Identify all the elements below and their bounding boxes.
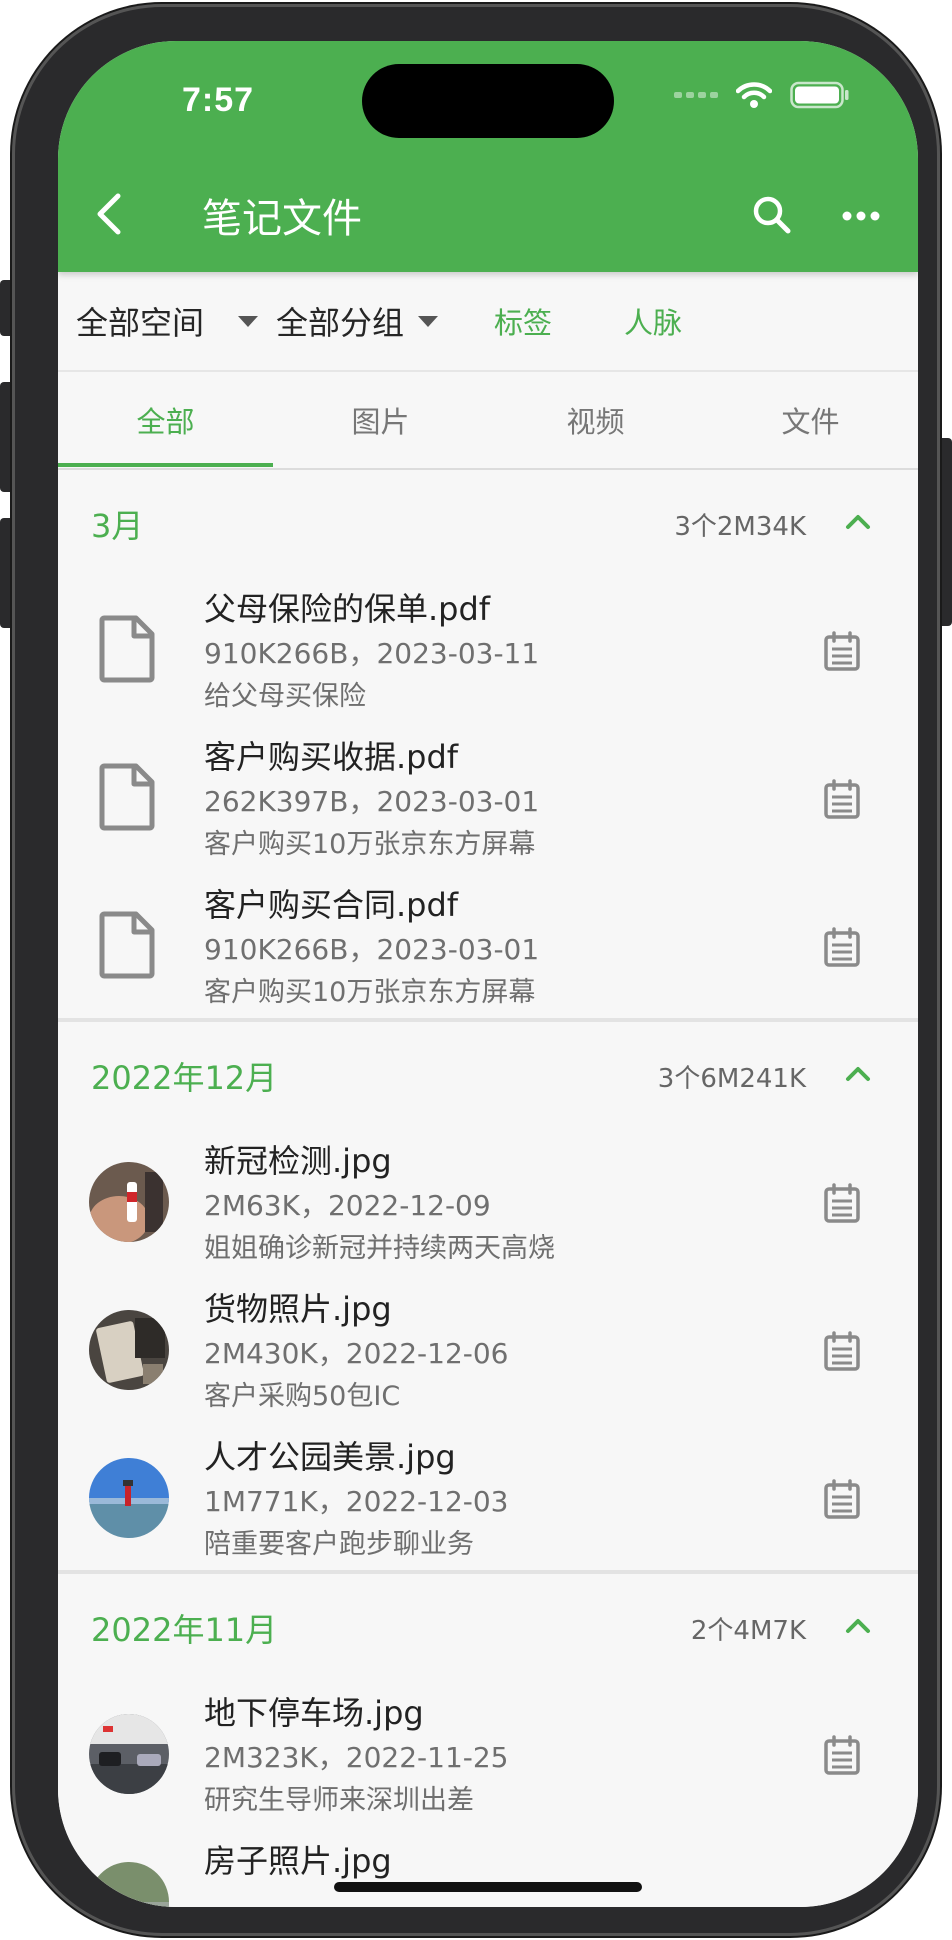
chevron-up-icon[interactable] (842, 506, 874, 538)
notepad-icon[interactable] (820, 925, 864, 969)
list-item[interactable]: 客户购买合同.pdf 910K266B，2023-03-01 客户购买10万张京… (58, 870, 918, 1018)
dynamic-island (362, 64, 614, 138)
file-meta: 2M430K，2022-12-06 (204, 1337, 509, 1370)
file-note: 客户购买10万张京东方屏幕 (204, 977, 536, 1008)
cellular-signal-icon (674, 92, 718, 98)
notepad-icon[interactable] (820, 1181, 864, 1225)
battery-icon (790, 81, 849, 109)
file-name: 父母保险的保单.pdf (204, 590, 491, 628)
list-item[interactable]: 客户购买收据.pdf 262K397B，2023-03-01 客户购买10万张京… (58, 722, 918, 870)
image-thumbnail (89, 1714, 169, 1794)
search-icon (753, 196, 791, 234)
notepad-icon[interactable] (820, 1733, 864, 1777)
group-filter-label: 全部分组 (276, 304, 405, 342)
tab-files[interactable]: 文件 (703, 372, 918, 468)
chevron-up-icon[interactable] (842, 1058, 874, 1090)
type-tabs: 全部 图片 视频 文件 (58, 372, 918, 470)
file-meta: 910K266B，2023-03-11 (204, 637, 540, 670)
home-indicator[interactable] (334, 1882, 642, 1892)
list-item[interactable]: 父母保险的保单.pdf 910K266B，2023-03-11 给父母买保险 (58, 574, 918, 722)
filter-bar: 全部空间 全部分组 标签 人脉 (58, 272, 918, 372)
file-note: 姐姐确诊新冠并持续两天高烧 (204, 1233, 555, 1264)
file-note: 陪重要客户跑步聊业务 (204, 1529, 474, 1560)
notepad-icon[interactable] (820, 629, 864, 673)
list-item[interactable]: 货物照片.jpg 2M430K，2022-12-06 客户采购50包IC (58, 1274, 918, 1422)
image-thumbnail (89, 1310, 169, 1390)
group-header[interactable]: 3月 3个2M34K (58, 470, 918, 574)
file-name: 地下停车场.jpg (204, 1694, 424, 1732)
group-summary: 3个2M34K (674, 512, 806, 542)
list-item[interactable]: 房子照片.jpg (58, 1826, 918, 1907)
power-button (938, 438, 952, 626)
app-header: 7:57 笔记文件 (58, 41, 918, 272)
space-filter-label: 全部空间 (76, 304, 205, 342)
file-meta: 2M323K，2022-11-25 (204, 1741, 509, 1774)
chevron-up-icon[interactable] (842, 1610, 874, 1642)
file-name: 客户购买合同.pdf (204, 886, 459, 924)
image-thumbnail (89, 1458, 169, 1538)
group-title: 3月 (91, 507, 144, 545)
list-item[interactable]: 新冠检测.jpg 2M63K，2022-12-09 姐姐确诊新冠并持续两天高烧 (58, 1126, 918, 1274)
list-item[interactable]: 人才公园美景.jpg 1M771K，2022-12-03 陪重要客户跑步聊业务 (58, 1422, 918, 1570)
file-meta: 1M771K，2022-12-03 (204, 1485, 509, 1518)
more-horizontal-icon (842, 211, 880, 221)
file-name: 新冠检测.jpg (204, 1142, 392, 1180)
document-icon (99, 615, 155, 683)
page-title: 笔记文件 (202, 196, 362, 242)
status-time: 7:57 (182, 81, 255, 119)
active-tab-indicator (58, 463, 273, 467)
file-note: 研究生导师来深圳出差 (204, 1785, 474, 1816)
tag-filter-button[interactable]: 标签 (494, 272, 552, 370)
image-thumbnail (89, 1162, 169, 1242)
tab-all[interactable]: 全部 (58, 372, 273, 468)
tab-videos[interactable]: 视频 (488, 372, 703, 468)
image-thumbnail (89, 1862, 169, 1907)
file-note: 客户采购50包IC (204, 1381, 401, 1412)
search-button[interactable] (748, 191, 798, 241)
file-meta: 2M63K，2022-12-09 (204, 1189, 491, 1222)
file-name: 客户购买收据.pdf (204, 738, 459, 776)
notepad-icon[interactable] (820, 777, 864, 821)
tab-images[interactable]: 图片 (273, 372, 488, 468)
chevron-left-icon (97, 193, 121, 235)
space-filter-dropdown[interactable]: 全部空间 (76, 272, 259, 370)
phone-frame: 7:57 笔记文件 全部空间 全部分组 标签 人脉 全部 图片 视频 文件 3月… (12, 4, 940, 1936)
group-header[interactable]: 2022年12月 3个6M241K (58, 1022, 918, 1126)
group-summary: 2个4M7K (690, 1616, 806, 1646)
group-header[interactable]: 2022年11月 2个4M7K (58, 1574, 918, 1678)
group-title: 2022年11月 (91, 1611, 278, 1649)
file-name: 房子照片.jpg (204, 1842, 392, 1880)
app-screen: 7:57 笔记文件 全部空间 全部分组 标签 人脉 全部 图片 视频 文件 3月… (58, 41, 918, 1907)
list-item[interactable]: 地下停车场.jpg 2M323K，2022-11-25 研究生导师来深圳出差 (58, 1678, 918, 1826)
file-note: 客户购买10万张京东方屏幕 (204, 829, 536, 860)
document-icon (99, 763, 155, 831)
group-filter-dropdown[interactable]: 全部分组 (276, 272, 439, 370)
document-icon (99, 911, 155, 979)
file-list: 3月 3个2M34K 父母保险的保单.pdf 910K266B，2023-03-… (58, 470, 918, 1907)
back-button[interactable] (86, 189, 130, 239)
notepad-icon[interactable] (820, 1329, 864, 1373)
wifi-icon (736, 82, 772, 108)
file-name: 货物照片.jpg (204, 1290, 392, 1328)
more-button[interactable] (836, 191, 886, 241)
contacts-filter-button[interactable]: 人脉 (624, 272, 682, 370)
group-summary: 3个6M241K (657, 1064, 806, 1094)
file-name: 人才公园美景.jpg (204, 1438, 456, 1476)
file-meta: 262K397B，2023-03-01 (204, 785, 540, 818)
file-note: 给父母买保险 (204, 681, 366, 712)
caret-down-icon (238, 315, 259, 327)
caret-down-icon (418, 315, 439, 327)
file-meta: 910K266B，2023-03-01 (204, 933, 540, 966)
group-title: 2022年12月 (91, 1059, 278, 1097)
status-icons (674, 81, 850, 109)
notepad-icon[interactable] (820, 1477, 864, 1521)
